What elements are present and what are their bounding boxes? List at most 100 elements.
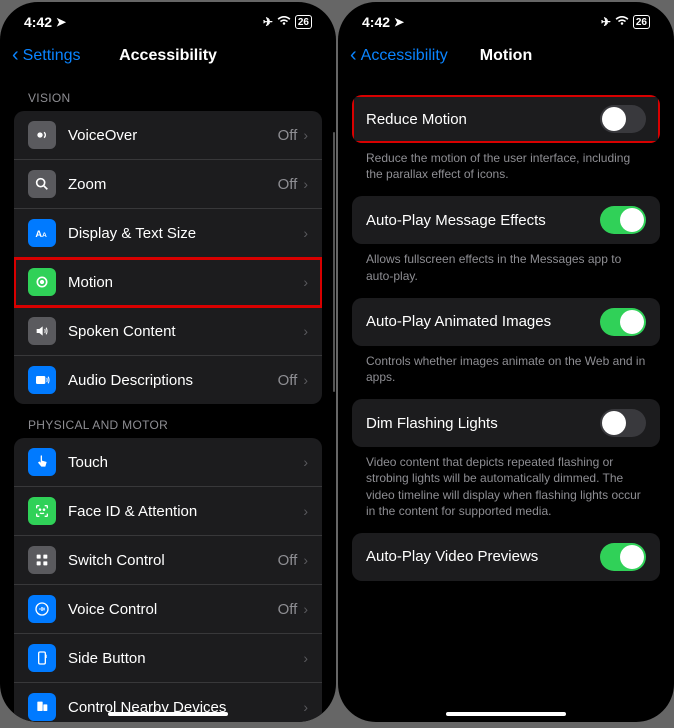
chevron-right-icon: › (303, 176, 308, 192)
status-bar: 4:42 ➤ ✈ 26 (338, 2, 674, 38)
footer-text: Controls whether images animate on the W… (352, 346, 660, 399)
toggle-label: Auto-Play Video Previews (366, 548, 600, 565)
row-faceid[interactable]: Face ID & Attention› (14, 487, 322, 536)
chevron-right-icon: › (303, 372, 308, 388)
display-text-icon: AA (28, 219, 56, 247)
reduce-motion-toggle[interactable] (600, 105, 646, 133)
chevron-right-icon: › (303, 699, 308, 715)
switch-control-icon (28, 546, 56, 574)
row-nearby-devices[interactable]: Control Nearby Devices› (14, 683, 322, 722)
scrollbar[interactable] (333, 132, 335, 392)
side-button-icon (28, 644, 56, 672)
motion-icon (28, 268, 56, 296)
row-label: Voice Control (68, 601, 278, 618)
svg-text:A: A (35, 229, 42, 239)
row-side-button[interactable]: Side Button› (14, 634, 322, 683)
auto-play-video-toggle[interactable] (600, 543, 646, 571)
toggle-group: Auto-Play Message Effects (352, 196, 660, 244)
toggle-knob (602, 107, 626, 131)
row-spoken-content[interactable]: Spoken Content› (14, 307, 322, 356)
location-icon: ➤ (56, 15, 66, 29)
row-dim-flashing: Dim Flashing Lights (352, 399, 660, 447)
right-phone: 4:42 ➤ ✈ 26 ‹ Accessibility Motion Reduc… (338, 2, 674, 722)
chevron-left-icon: ‹ (350, 44, 357, 67)
row-label: Display & Text Size (68, 225, 303, 242)
wifi-icon (277, 15, 291, 29)
row-value: Off (278, 127, 298, 144)
section-header: VISION (14, 77, 322, 111)
back-button[interactable]: ‹ Settings (12, 44, 80, 67)
airplane-icon: ✈ (263, 15, 273, 29)
row-value: Off (278, 176, 298, 193)
dim-flashing-toggle[interactable] (600, 409, 646, 437)
row-touch[interactable]: Touch› (14, 438, 322, 487)
page-title: Motion (480, 47, 532, 65)
spoken-content-icon (28, 317, 56, 345)
auto-play-message-toggle[interactable] (600, 206, 646, 234)
toggle-group: Reduce Motion (352, 95, 660, 143)
status-bar: 4:42 ➤ ✈ 26 (0, 2, 336, 38)
airplane-icon: ✈ (601, 15, 611, 29)
back-label: Accessibility (361, 47, 448, 65)
footer-text: Reduce the motion of the user interface,… (352, 143, 660, 196)
nearby-devices-icon (28, 693, 56, 721)
back-button[interactable]: ‹ Accessibility (350, 44, 448, 67)
row-zoom[interactable]: ZoomOff › (14, 160, 322, 209)
page-title: Accessibility (119, 47, 217, 65)
row-value: Off (278, 372, 298, 389)
chevron-right-icon: › (303, 127, 308, 143)
chevron-right-icon: › (303, 454, 308, 470)
toggle-label: Dim Flashing Lights (366, 415, 600, 432)
row-voiceover[interactable]: VoiceOverOff › (14, 111, 322, 160)
voiceover-icon (28, 121, 56, 149)
battery-icon: 26 (295, 15, 312, 29)
row-motion[interactable]: Motion› (14, 258, 322, 307)
row-label: Zoom (68, 176, 278, 193)
status-time: 4:42 (24, 14, 52, 30)
row-label: Switch Control (68, 552, 278, 569)
section-header: PHYSICAL AND MOTOR (14, 404, 322, 438)
row-voice-control[interactable]: Voice ControlOff› (14, 585, 322, 634)
settings-group: VoiceOverOff›ZoomOff›AADisplay & Text Si… (14, 111, 322, 404)
footer-text: Video content that depicts repeated flas… (352, 447, 660, 533)
faceid-icon (28, 497, 56, 525)
toggle-label: Auto-Play Message Effects (366, 212, 600, 229)
row-display-text[interactable]: AA Display & Text Size› (14, 209, 322, 258)
toggle-label: Reduce Motion (366, 111, 600, 128)
back-label: Settings (23, 47, 81, 65)
battery-icon: 26 (633, 15, 650, 29)
motion-settings[interactable]: Reduce Motion Reduce the motion of the us… (338, 77, 674, 722)
home-indicator[interactable] (446, 712, 566, 716)
row-label: Spoken Content (68, 323, 303, 340)
toggle-knob (620, 208, 644, 232)
toggle-knob (620, 310, 644, 334)
audio-descriptions-icon (28, 366, 56, 394)
row-label: VoiceOver (68, 127, 278, 144)
chevron-left-icon: ‹ (12, 44, 19, 67)
chevron-right-icon: › (303, 503, 308, 519)
svg-text:A: A (42, 232, 47, 239)
row-switch-control[interactable]: Switch ControlOff› (14, 536, 322, 585)
row-audio-descriptions[interactable]: Audio DescriptionsOff› (14, 356, 322, 404)
row-label: Face ID & Attention (68, 503, 303, 520)
chevron-right-icon: › (303, 323, 308, 339)
zoom-icon (28, 170, 56, 198)
chevron-right-icon: › (303, 274, 308, 290)
settings-list[interactable]: VISIONVoiceOverOff›ZoomOff›AADisplay & T… (0, 77, 336, 722)
toggle-group: Dim Flashing Lights (352, 399, 660, 447)
row-auto-play-message: Auto-Play Message Effects (352, 196, 660, 244)
auto-play-animated-toggle[interactable] (600, 308, 646, 336)
row-label: Motion (68, 274, 303, 291)
nav-header: ‹ Settings Accessibility (0, 38, 336, 77)
toggle-label: Auto-Play Animated Images (366, 313, 600, 330)
toggle-knob (602, 411, 626, 435)
footer-text: Allows fullscreen effects in the Message… (352, 244, 660, 297)
row-value: Off (278, 552, 298, 569)
row-auto-play-animated: Auto-Play Animated Images (352, 298, 660, 346)
home-indicator[interactable] (108, 712, 228, 716)
voice-control-icon (28, 595, 56, 623)
nav-header: ‹ Accessibility Motion (338, 38, 674, 77)
left-phone: 4:42 ➤ ✈ 26 ‹ Settings Accessibility VIS… (0, 2, 336, 722)
chevron-right-icon: › (303, 225, 308, 241)
row-auto-play-video: Auto-Play Video Previews (352, 533, 660, 581)
